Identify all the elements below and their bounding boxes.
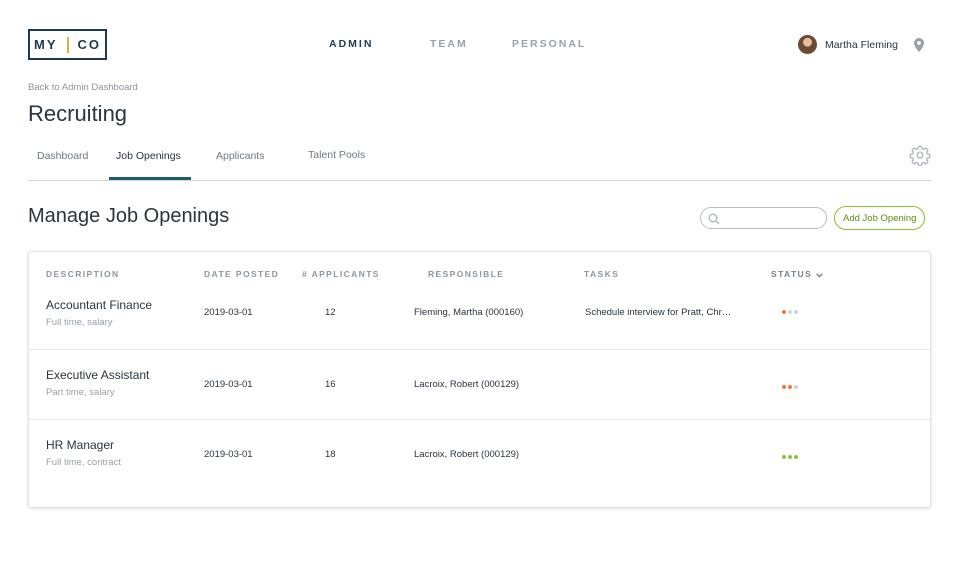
user-name[interactable]: Martha Fleming — [825, 39, 898, 51]
job-title[interactable]: Executive Assistant — [46, 368, 149, 382]
job-title[interactable]: HR Manager — [46, 438, 114, 452]
back-to-admin-link[interactable]: Back to Admin Dashboard — [28, 82, 138, 93]
brand-logo[interactable]: MY CO — [28, 29, 107, 60]
tab-talent-pools[interactable]: Talent Pools — [308, 149, 365, 161]
nav-personal[interactable]: PERSONAL — [512, 38, 586, 50]
logo-divider — [66, 36, 69, 53]
logo-text-left: MY — [34, 37, 58, 52]
search-icon — [708, 212, 720, 230]
page-title: Recruiting — [28, 101, 128, 126]
applicant-count: 18 — [325, 449, 336, 460]
status-dot — [782, 310, 786, 314]
job-title[interactable]: Accountant Finance — [46, 298, 152, 312]
job-type: Full time, contract — [46, 457, 121, 468]
search-input[interactable] — [725, 210, 825, 228]
header-status-label: STATUS — [771, 269, 813, 279]
job-type: Full time, salary — [46, 317, 113, 328]
nav-team[interactable]: TEAM — [430, 38, 468, 50]
recruiting-tabs: Dashboard Job Openings Applicants Talent… — [28, 140, 931, 181]
status-dot — [788, 385, 792, 389]
header-applicants: # APPLICANTS — [302, 269, 380, 279]
header-date-posted: DATE POSTED — [204, 269, 280, 279]
status-dot — [788, 455, 792, 459]
responsible-person: Lacroix, Robert (000129) — [414, 449, 520, 460]
responsible-person: Lacroix, Robert (000129) — [414, 379, 520, 390]
job-type: Part time, salary — [46, 387, 115, 398]
table-row[interactable]: Executive Assistant Part time, salary 20… — [29, 349, 930, 420]
avatar[interactable] — [798, 35, 818, 54]
map-pin-icon[interactable] — [912, 37, 926, 53]
date-posted: 2019-03-01 — [204, 307, 253, 318]
status-indicator — [782, 385, 798, 389]
header-description: DESCRIPTION — [46, 269, 120, 279]
task-text[interactable]: Schedule interview for Pratt, Chr… — [585, 307, 731, 318]
header-tasks: TASKS — [584, 269, 620, 279]
job-openings-table: DESCRIPTION DATE POSTED # APPLICANTS RES… — [28, 251, 931, 508]
logo-text-right: CO — [77, 37, 101, 52]
status-indicator — [782, 455, 798, 459]
table-row[interactable]: Accountant Finance Full time, salary 201… — [29, 279, 930, 350]
section-title: Manage Job Openings — [28, 205, 230, 227]
table-row[interactable]: HR Manager Full time, contract 2019-03-0… — [29, 419, 930, 489]
status-dot — [794, 385, 798, 389]
applicant-count: 12 — [325, 307, 336, 318]
responsible-person: Fleming, Martha (000160) — [414, 307, 524, 318]
active-tab-indicator — [109, 177, 191, 180]
applicant-count: 16 — [325, 379, 336, 390]
status-dot — [794, 310, 798, 314]
status-dot — [788, 310, 792, 314]
gear-icon[interactable] — [909, 144, 931, 167]
user-menu[interactable]: Martha Fleming — [798, 35, 926, 54]
date-posted: 2019-03-01 — [204, 449, 253, 460]
header-responsible: RESPONSIBLE — [428, 269, 505, 279]
status-dot — [782, 385, 786, 389]
nav-admin[interactable]: ADMIN — [329, 38, 373, 50]
status-indicator — [782, 310, 798, 314]
add-job-opening-button[interactable]: Add Job Opening — [834, 206, 926, 230]
date-posted: 2019-03-01 — [204, 379, 253, 390]
tab-dashboard[interactable]: Dashboard — [37, 150, 88, 162]
search-box[interactable] — [700, 207, 827, 229]
status-dot — [794, 455, 798, 459]
tab-applicants[interactable]: Applicants — [216, 150, 264, 162]
status-dot — [782, 455, 786, 459]
tab-job-openings[interactable]: Job Openings — [116, 150, 181, 162]
